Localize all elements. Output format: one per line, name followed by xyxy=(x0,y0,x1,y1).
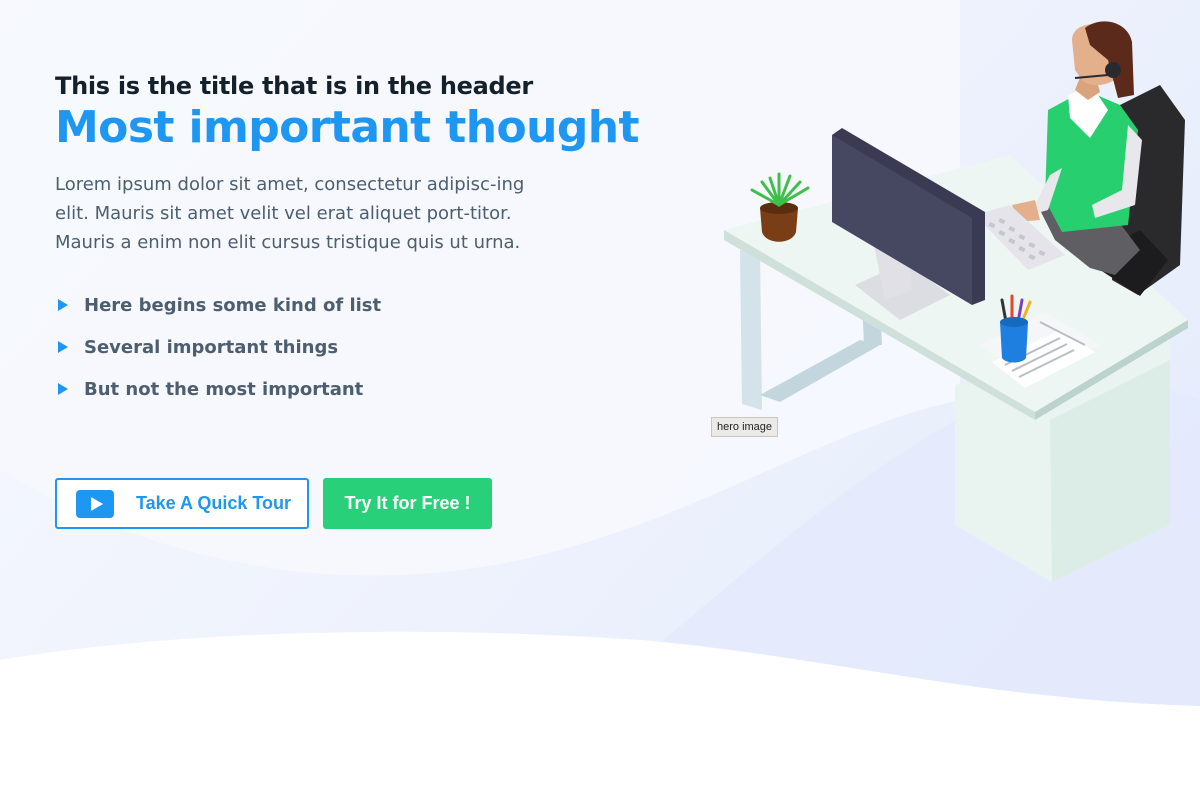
main-headline: Most important thought xyxy=(55,102,639,153)
hero-section: This is the title that is in the header … xyxy=(0,0,1200,800)
list-item-label: But not the most important xyxy=(84,378,364,400)
header-title: This is the title that is in the header xyxy=(55,72,533,100)
hero-image xyxy=(724,21,1188,582)
triangle-right-icon xyxy=(58,383,68,395)
quick-tour-button[interactable]: Take A Quick Tour xyxy=(55,478,309,529)
play-icon xyxy=(76,489,114,518)
quick-tour-label: Take A Quick Tour xyxy=(136,493,292,513)
lead-paragraph: Lorem ipsum dolor sit amet, consectetur … xyxy=(55,174,525,253)
hero-copy: This is the title that is in the header … xyxy=(55,70,655,410)
feature-list: Here begins some kind of list Several im… xyxy=(55,284,655,410)
triangle-right-icon xyxy=(58,299,68,311)
list-item-label: Here begins some kind of list xyxy=(84,294,382,316)
list-item-label: Several important things xyxy=(84,336,339,358)
list-item: Several important things xyxy=(55,326,655,368)
cta-row: Take A Quick Tour Try It for Free ! xyxy=(55,478,492,529)
list-item: But not the most important xyxy=(55,368,655,410)
list-item: Here begins some kind of list xyxy=(55,284,655,326)
triangle-right-icon xyxy=(58,341,68,353)
try-free-button[interactable]: Try It for Free ! xyxy=(323,478,492,529)
hero-image-tooltip: hero image xyxy=(711,417,779,437)
